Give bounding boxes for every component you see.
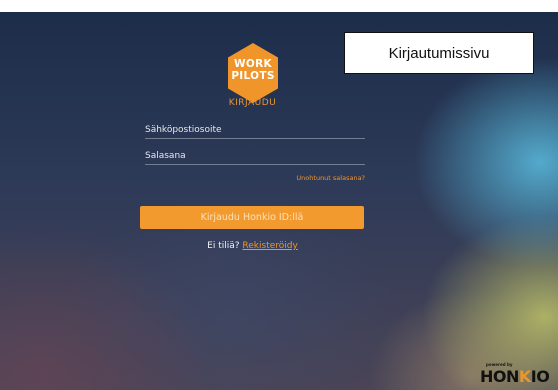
password-input[interactable] [145, 148, 365, 165]
honkio-logo-part-c: IO [530, 367, 550, 386]
register-link[interactable]: Rekisteröidy [242, 241, 297, 251]
logo-text: WORK PILOTS [226, 58, 280, 82]
register-prompt: Ei tiliä? Rekisteröidy [0, 241, 505, 251]
email-input[interactable] [145, 122, 365, 139]
logo-line-1: WORK [234, 58, 272, 70]
register-prompt-text: Ei tiliä? [207, 241, 240, 251]
login-heading: KIRJAUDU [228, 98, 277, 108]
honkio-logo-accent: K [518, 367, 531, 386]
logo-line-2: PILOTS [231, 70, 275, 82]
login-honkio-button[interactable]: Kirjaudu Honkio ID:llä [140, 206, 364, 229]
workpilots-logo: WORK PILOTS [226, 42, 280, 104]
page-title-label: Kirjautumissivu [344, 32, 534, 74]
honkio-logo-part-a: HON [480, 367, 519, 386]
forgot-password-link[interactable]: Unohtunut salasana? [145, 174, 365, 182]
powered-by-honkio-badge: powered by HONKIO [480, 362, 558, 390]
honkio-logo: HONKIO [480, 367, 550, 387]
